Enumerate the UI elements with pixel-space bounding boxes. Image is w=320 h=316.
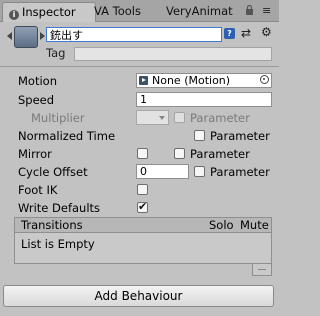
write-defaults-label: Write Defaults [18, 201, 101, 215]
inspector-header: 銃出す ? ⇄ ⚙ Tag [0, 22, 279, 67]
multiplier-parameter-checkbox[interactable] [174, 112, 185, 123]
inspector-window: i Inspector VA Tools VeryAnimat ≡ 銃出す ? ⇄… [0, 0, 279, 316]
arrow-left-icon [7, 32, 12, 40]
multiplier-label: Multiplier [31, 111, 85, 125]
speed-label: Speed [18, 93, 55, 107]
solo-column-label: Solo [209, 218, 234, 232]
cycle-offset-label: Cycle Offset [18, 165, 88, 179]
normalized-time-parameter-checkbox[interactable] [194, 130, 205, 141]
normalized-time-parameter-label: Parameter [210, 129, 270, 143]
help-icon[interactable]: ? [224, 28, 235, 39]
minus-icon [258, 269, 266, 270]
gear-icon[interactable]: ⚙ [261, 25, 272, 39]
tab-bar: i Inspector VA Tools VeryAnimat ≡ [0, 0, 279, 22]
lock-icon[interactable] [245, 5, 254, 15]
multiplier-parameter-label: Parameter [190, 111, 250, 125]
info-icon: i [9, 10, 19, 20]
animator-state-icon [14, 26, 38, 48]
remove-transition-button[interactable] [252, 264, 272, 276]
tab-menu-icon[interactable]: ≡ [262, 4, 271, 17]
empty-list-text: List is Empty [21, 237, 95, 251]
mirror-parameter-checkbox[interactable] [174, 148, 185, 159]
tab-very-animation[interactable]: VeryAnimat [160, 2, 252, 21]
transitions-body: List is Empty [14, 233, 272, 264]
tag-input[interactable] [74, 47, 272, 61]
transitions-list: Transitions Solo Mute List is Empty [14, 217, 272, 277]
multiplier-dropdown[interactable] [136, 110, 169, 125]
cycle-offset-input[interactable]: 0 [136, 164, 189, 179]
mute-column-label: Mute [240, 218, 269, 232]
state-name-input[interactable]: 銃出す [46, 27, 222, 42]
preset-icon[interactable]: ⇄ [241, 26, 251, 40]
speed-input[interactable]: 1 [136, 92, 272, 107]
foot-ik-checkbox[interactable] [137, 184, 148, 195]
write-defaults-checkbox[interactable] [137, 200, 148, 213]
motion-icon [139, 76, 148, 85]
arrow-right-icon [40, 32, 45, 40]
mirror-parameter-label: Parameter [190, 147, 250, 161]
add-behaviour-button[interactable]: Add Behaviour [3, 285, 274, 307]
transitions-header: Transitions Solo Mute [14, 217, 272, 233]
tab-inspector[interactable]: i Inspector [2, 2, 96, 22]
mirror-checkbox[interactable] [137, 148, 148, 159]
cycle-offset-parameter-checkbox[interactable] [194, 166, 205, 177]
object-picker-icon[interactable] [260, 75, 269, 84]
foot-ik-label: Foot IK [18, 183, 58, 197]
mirror-label: Mirror [18, 147, 52, 161]
motion-value: None (Motion) [152, 74, 231, 87]
cycle-offset-parameter-label: Parameter [210, 165, 270, 179]
tag-label: Tag [46, 46, 66, 60]
tab-inspector-label: Inspector [22, 5, 76, 19]
transitions-title: Transitions [21, 218, 83, 232]
motion-field[interactable]: None (Motion) [136, 73, 272, 88]
tab-va-tools[interactable]: VA Tools [88, 2, 166, 21]
normalized-time-label: Normalized Time [18, 129, 116, 143]
motion-label: Motion [18, 74, 57, 88]
